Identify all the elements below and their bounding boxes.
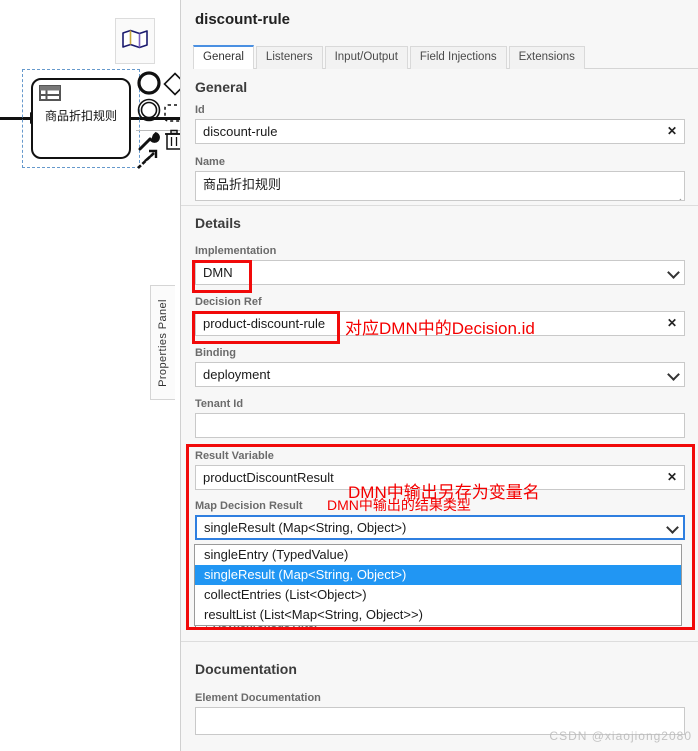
append-intermediate-event-icon[interactable]: [136, 97, 162, 128]
annotation-text-map-decision-result: DMN中输出的结果类型: [327, 497, 471, 513]
tab-extensions[interactable]: Extensions: [508, 46, 585, 69]
tenant-id-label: Tenant Id: [195, 398, 244, 410]
task-label: 商品折扣规则: [44, 109, 117, 123]
id-input[interactable]: discount-rule ✕: [195, 119, 685, 144]
implementation-label: Implementation: [195, 245, 277, 257]
name-field-group: Name 商品折扣规则: [195, 156, 698, 201]
id-input-value: discount-rule: [203, 124, 278, 139]
tenant-id-input[interactable]: [195, 413, 685, 438]
trash-icon[interactable]: [164, 129, 180, 156]
annotation-box-decision-ref: [192, 311, 340, 344]
properties-tabs: General Listeners Input/Output Field Inj…: [193, 45, 698, 69]
element-documentation-label: Element Documentation: [195, 692, 321, 704]
tenant-id-field-group: Tenant Id: [195, 398, 698, 438]
name-textarea-value: 商品折扣规则: [203, 177, 282, 192]
binding-select-value: deployment: [203, 367, 271, 382]
id-label: Id: [195, 104, 205, 116]
annotation-text-decision-ref: 对应DMN中的Decision.id: [345, 319, 535, 338]
append-task-icon[interactable]: [164, 104, 180, 127]
details-section: Details: [195, 215, 698, 231]
documentation-section: Documentation: [195, 661, 698, 677]
name-textarea[interactable]: 商品折扣规则: [195, 171, 685, 201]
dropdown-option-result-list[interactable]: resultList (List<Map<String, Object>>): [195, 605, 681, 625]
connect-arrow-icon[interactable]: [136, 149, 162, 176]
properties-panel-toggle-label: Properties Panel: [157, 298, 169, 387]
tab-general[interactable]: General: [193, 45, 254, 69]
section-divider-1: [181, 205, 698, 206]
binding-field-group: Binding deployment: [195, 347, 698, 387]
resize-grip-icon[interactable]: [673, 190, 682, 200]
binding-label: Binding: [195, 347, 236, 359]
general-section: General: [195, 79, 698, 95]
tab-listeners[interactable]: Listeners: [255, 46, 323, 69]
page-title: discount-rule: [195, 11, 291, 28]
tab-input-output[interactable]: Input/Output: [324, 46, 408, 69]
dropdown-option-single-result[interactable]: singleResult (Map<String, Object>): [195, 565, 681, 585]
watermark: CSDN @xiaojiong2080: [549, 729, 692, 743]
map-icon: [122, 29, 148, 54]
general-heading: General: [195, 79, 248, 95]
business-rule-task-icon: [39, 85, 61, 101]
id-clear-icon[interactable]: ✕: [667, 120, 677, 143]
properties-panel-toggle[interactable]: Properties Panel: [150, 285, 175, 400]
map-decision-result-dropdown[interactable]: singleEntry (TypedValue) singleResult (M…: [194, 544, 682, 626]
decision-ref-label: Decision Ref: [195, 296, 262, 308]
properties-panel: discount-rule General Listeners Input/Ou…: [180, 0, 698, 751]
append-gateway-icon[interactable]: [163, 72, 180, 101]
minimap-toggle-button[interactable]: [115, 18, 155, 64]
dropdown-option-collect-entries[interactable]: collectEntries (List<Object>): [195, 585, 681, 605]
implementation-select[interactable]: DMN: [195, 260, 685, 285]
implementation-field-group: Implementation DMN: [195, 245, 698, 285]
decision-ref-clear-icon[interactable]: ✕: [667, 312, 677, 335]
id-field-group: Id discount-rule ✕: [195, 104, 698, 144]
section-divider-2: [181, 641, 698, 642]
annotation-box-implementation: [192, 260, 252, 293]
details-heading: Details: [195, 215, 241, 231]
name-label: Name: [195, 156, 225, 168]
tab-field-injections[interactable]: Field Injections: [409, 46, 507, 69]
binding-select[interactable]: deployment: [195, 362, 685, 387]
documentation-heading: Documentation: [195, 661, 297, 677]
dropdown-option-single-entry[interactable]: singleEntry (TypedValue): [195, 545, 681, 565]
